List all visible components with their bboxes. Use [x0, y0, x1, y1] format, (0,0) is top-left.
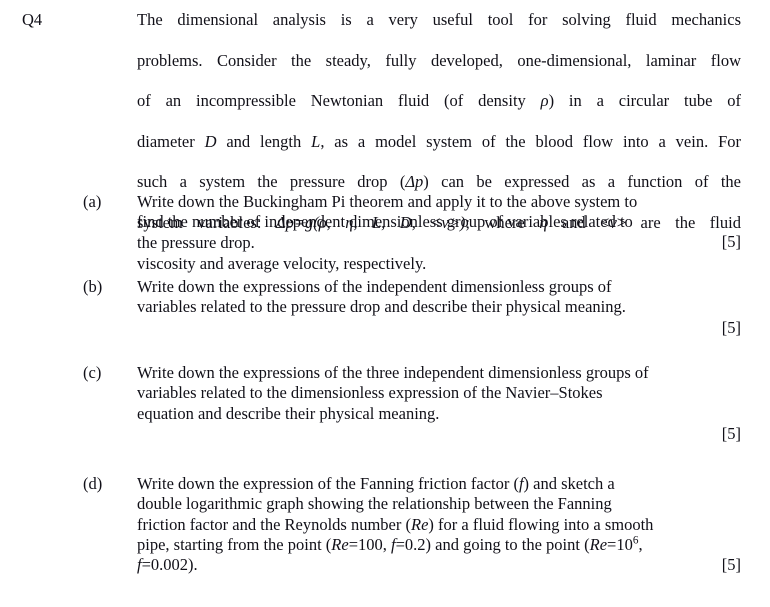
part-a-line-3: the pressure drop. — [137, 232, 255, 252]
part-label-c: (c) — [83, 363, 102, 382]
part-c-text: Write down the expressions of the three … — [137, 363, 741, 424]
marks-badge-c: [5] — [721, 424, 741, 443]
intro-line-1: The dimensional analysis is a very usefu… — [137, 10, 741, 29]
symbol-diameter-D: D — [204, 131, 217, 151]
symbol-reynolds-end: Re — [589, 534, 608, 554]
part-d-line-5: f=0.002). — [137, 555, 198, 575]
part-a-text: Write down the Buckingham Pi theorem and… — [137, 192, 741, 253]
part-d-line-2: double logarithmic graph showing the rel… — [137, 494, 612, 514]
question-number-label: Q4 — [22, 10, 43, 29]
part-c-line-3: equation and describe their physical mea… — [137, 403, 440, 423]
part-b-line-2: variables related to the pressure drop a… — [137, 297, 626, 317]
part-c-line-1: Write down the expressions of the three … — [137, 363, 649, 382]
part-d-line-3: friction factor and the Reynolds number … — [137, 514, 654, 534]
part-label-b: (b) — [83, 277, 103, 296]
part-a-line-1: Write down the Buckingham Pi theorem and… — [137, 192, 638, 211]
part-d-line-1: Write down the expression of the Fanning… — [137, 474, 615, 493]
intro-line-4: diameter D and length L, as a model syst… — [137, 131, 741, 151]
marks-badge-a: [5] — [721, 232, 741, 251]
part-label-a: (a) — [83, 192, 102, 211]
part-c-line-2: variables related to the dimensionless e… — [137, 383, 603, 403]
marks-badge-d: [5] — [721, 555, 741, 574]
intro-line-2: problems. Consider the steady, fully dev… — [137, 50, 741, 70]
intro-line-3: of an incompressible Newtonian fluid (of… — [137, 91, 741, 111]
part-b-line-1: Write down the expressions of the indepe… — [137, 277, 612, 296]
marks-badge-b: [5] — [721, 318, 741, 337]
symbol-delta-p: Δp — [405, 172, 424, 192]
symbol-rho: ρ — [540, 91, 549, 111]
exam-question-page: Q4 The dimensional analysis is a very us… — [0, 0, 770, 607]
part-d-text: Write down the expression of the Fanning… — [137, 474, 741, 575]
symbol-reynolds-number-Re: Re — [411, 514, 429, 534]
part-label-d: (d) — [83, 474, 103, 493]
part-a-line-2: find the number of independent dimension… — [137, 212, 633, 232]
symbol-length-L: L — [311, 131, 321, 151]
part-b-text: Write down the expressions of the indepe… — [137, 277, 741, 318]
symbol-reynolds-start: Re — [331, 534, 349, 554]
part-d-line-4: pipe, starting from the point (Re=100, f… — [137, 534, 643, 554]
intro-line-7: viscosity and average velocity, respecti… — [137, 253, 427, 273]
